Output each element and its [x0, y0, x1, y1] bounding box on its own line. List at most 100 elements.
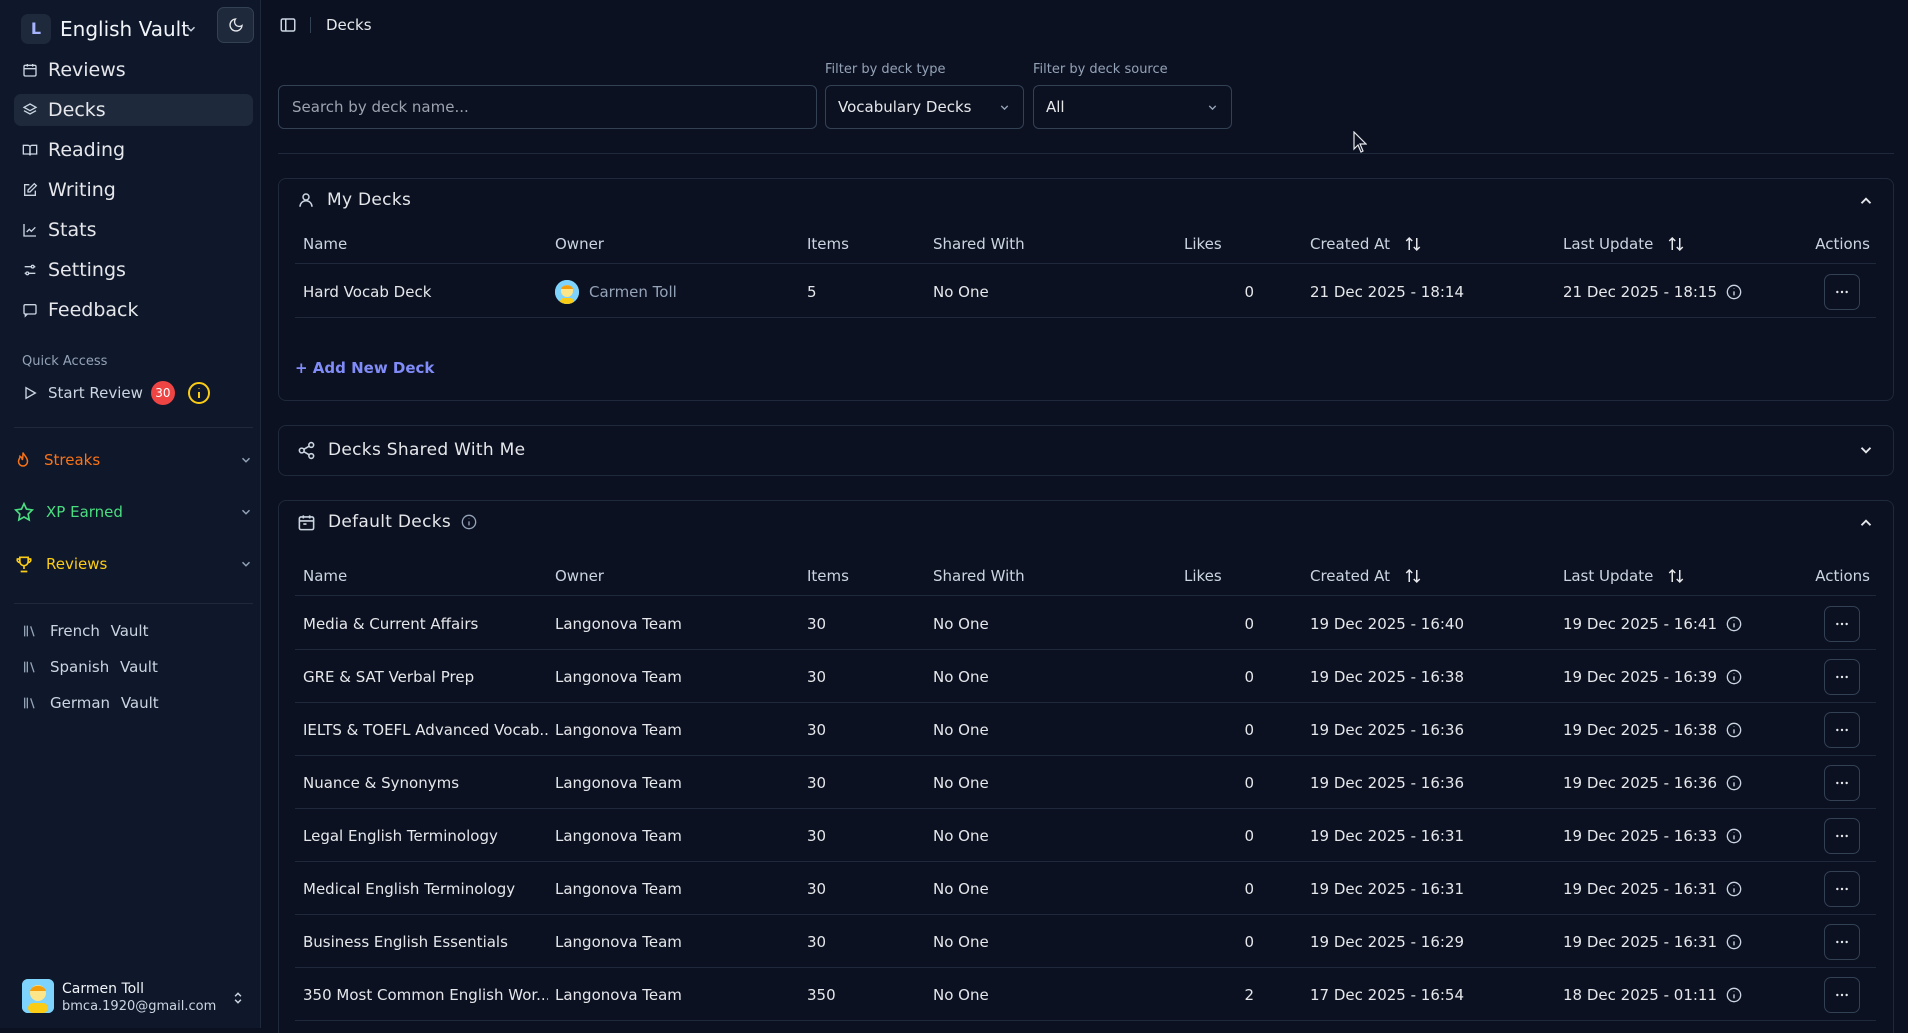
vault-link-french[interactable]: French Vault [14, 616, 253, 646]
deck-shared: No One [933, 773, 989, 792]
row-actions-button[interactable] [1824, 818, 1860, 854]
table-row[interactable]: Business English Essentials Langonova Tea… [295, 915, 1876, 968]
moon-icon [228, 18, 243, 32]
info-icon[interactable] [1726, 722, 1742, 738]
deck-owner: Carmen Toll [555, 265, 800, 318]
deck-shared: No One [933, 282, 989, 301]
chevron-down-icon[interactable] [1857, 441, 1875, 459]
row-actions-button[interactable] [1824, 924, 1860, 960]
table-row[interactable]: Hard Vocab Deck Carmen Toll 5 No One 0 2… [295, 265, 1876, 318]
table-row[interactable]: Legal English Terminology Langonova Team 3… [295, 809, 1876, 862]
deck-created: 21 Dec 2025 - 18:14 [1310, 282, 1464, 301]
chevron-down-icon [241, 457, 251, 463]
default-decks-header[interactable]: Default Decks [297, 510, 477, 534]
row-actions-button[interactable] [1824, 606, 1860, 642]
deck-items: 30 [807, 879, 827, 898]
nav-item-feedback[interactable]: Feedback [14, 294, 253, 326]
info-icon[interactable] [1726, 828, 1742, 844]
reviews-accordion[interactable]: Reviews [14, 547, 253, 581]
user-menu[interactable]: Carmen Toll bmca.1920@gmail.com [14, 975, 253, 1023]
table-row[interactable]: GRE & SAT Verbal Prep Langonova Team 30 No … [295, 650, 1876, 703]
table-row[interactable]: 350 Most Common English Wor... Langonova … [295, 968, 1876, 1021]
info-icon[interactable] [1726, 934, 1742, 950]
row-actions-button[interactable] [1824, 765, 1860, 801]
chevron-up-icon[interactable] [1857, 192, 1875, 210]
trophy-icon [16, 556, 32, 573]
deck-created: 19 Dec 2025 - 16:31 [1310, 826, 1464, 845]
shared-decks-panel[interactable]: Decks Shared With Me [278, 425, 1894, 476]
table-row[interactable]: IELTS & TOEFL Advanced Vocab... Langonova… [295, 703, 1876, 756]
vault-link-spanish[interactable]: Spanish Vault [14, 652, 253, 682]
deck-updated-value: 19 Dec 2025 - 16:39 [1563, 667, 1717, 686]
xp-earned-accordion[interactable]: XP Earned [14, 495, 253, 529]
my-decks-header[interactable]: My Decks [297, 188, 411, 212]
add-new-deck-link[interactable]: + Add New Deck [295, 359, 434, 377]
deck-source-select[interactable]: All [1033, 85, 1232, 129]
nav-item-reviews[interactable]: Reviews [14, 54, 253, 86]
streaks-accordion[interactable]: Streaks [14, 443, 253, 477]
row-actions-button[interactable] [1824, 712, 1860, 748]
info-icon[interactable] [461, 514, 477, 530]
sidebar-toggle-icon[interactable] [279, 16, 297, 34]
row-actions-button[interactable] [1824, 977, 1860, 1013]
owner-name: Carmen Toll [589, 282, 677, 301]
column-header-created[interactable]: Created At [1310, 224, 1422, 264]
deck-items: 5 [807, 282, 817, 301]
row-actions-button[interactable] [1824, 274, 1860, 310]
table-row[interactable]: Nuance & Synonyms Langonova Team 30 No One 0… [295, 756, 1876, 809]
avatar [22, 979, 54, 1013]
deck-owner: Langonova Team [555, 667, 682, 686]
start-review-link[interactable]: Start Review 30 [14, 378, 253, 408]
chart-icon [23, 224, 36, 237]
more-horizontal-icon [1836, 622, 1848, 626]
my-decks-panel: My Decks Name Owner Items Shared With Li… [278, 178, 1894, 401]
table-row[interactable]: Media & Current Affairs Langonova Team 30 N… [295, 597, 1876, 650]
shared-decks-header[interactable]: Decks Shared With Me [297, 438, 525, 462]
nav-item-writing[interactable]: Writing [14, 174, 253, 206]
deck-likes: 0 [1244, 720, 1254, 739]
more-horizontal-icon [1836, 993, 1848, 997]
reviews-label: Reviews [46, 555, 108, 573]
info-icon[interactable] [1726, 881, 1742, 897]
library-icon [24, 661, 35, 673]
nav-item-stats[interactable]: Stats [14, 214, 253, 246]
deck-updated: 19 Dec 2025 - 16:41 [1563, 597, 1742, 650]
chevron-up-icon[interactable] [1857, 514, 1875, 532]
deck-created: 17 Dec 2025 - 16:54 [1310, 985, 1464, 1004]
table-row[interactable]: Medical English Terminology Langonova Tea… [295, 862, 1876, 915]
info-icon[interactable] [187, 381, 211, 405]
deck-type-select[interactable]: Vocabulary Decks [825, 85, 1024, 129]
row-actions-button[interactable] [1824, 659, 1860, 695]
message-icon [23, 304, 37, 318]
pencil-square-icon [24, 182, 38, 196]
nav-item-reading[interactable]: Reading [14, 134, 253, 166]
vault-link-german[interactable]: German Vault [14, 688, 253, 718]
info-icon[interactable] [1726, 669, 1742, 685]
breadcrumb: Decks [326, 16, 372, 34]
column-header-actions: Actions [1815, 235, 1870, 253]
column-header-updated[interactable]: Last Update [1563, 224, 1685, 264]
info-icon[interactable] [1726, 284, 1742, 300]
row-actions-button[interactable] [1824, 871, 1860, 907]
column-header-updated[interactable]: Last Update [1563, 556, 1685, 596]
info-icon[interactable] [1726, 987, 1742, 1003]
nav-item-decks[interactable]: Decks [14, 94, 253, 126]
deck-updated-value: 19 Dec 2025 - 16:31 [1563, 932, 1717, 951]
sidebar: L English Vault Reviews Decks Reading Wr… [0, 0, 261, 1028]
info-icon[interactable] [1726, 616, 1742, 632]
deck-likes: 0 [1244, 932, 1254, 951]
column-header-created[interactable]: Created At [1310, 556, 1422, 596]
deck-shared: No One [933, 826, 989, 845]
deck-updated: 19 Dec 2025 - 16:33 [1563, 809, 1742, 862]
info-icon[interactable] [1726, 775, 1742, 791]
search-input[interactable] [278, 85, 817, 129]
vault-link-label: Spanish Vault [50, 658, 158, 676]
divider [14, 427, 253, 428]
nav-item-settings[interactable]: Settings [14, 254, 253, 286]
column-header-items: Items [807, 567, 849, 585]
panel-title: Decks Shared With Me [328, 440, 526, 460]
default-decks-panel: Default Decks Name Owner Items Shared Wi… [278, 500, 1894, 1033]
column-header-owner: Owner [555, 235, 604, 253]
share-icon [298, 441, 315, 459]
theme-toggle-button[interactable] [217, 7, 254, 43]
